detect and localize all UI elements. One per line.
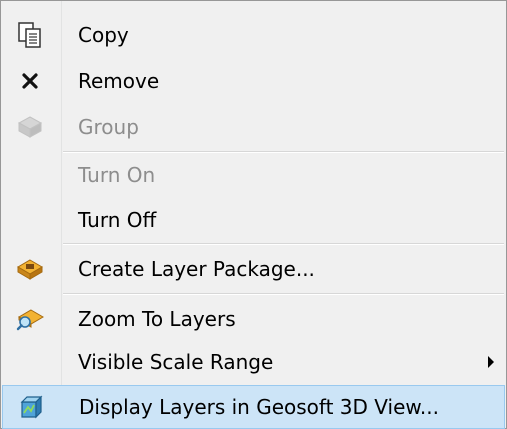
- menu-item-label: Copy: [78, 23, 129, 47]
- menu-item-group[interactable]: Group: [1, 104, 506, 150]
- layer-package-icon: [15, 254, 45, 284]
- menu-item-create-layer-package[interactable]: Create Layer Package...: [1, 246, 506, 292]
- menu-separator: [63, 293, 504, 295]
- menu-item-label: Group: [78, 115, 139, 139]
- geosoft-3d-icon: [16, 392, 46, 422]
- menu-item-label: Turn Off: [78, 208, 157, 232]
- zoom-to-layers-icon: [15, 304, 45, 334]
- menu-item-turn-off[interactable]: Turn Off: [1, 197, 506, 243]
- context-menu: Copy Remove Group Turn On Turn Off Creat…: [0, 0, 507, 429]
- group-icon: [15, 112, 45, 142]
- menu-item-copy[interactable]: Copy: [1, 12, 506, 58]
- copy-icon: [15, 20, 45, 50]
- menu-item-label: Remove: [78, 69, 160, 93]
- menu-item-label: Turn On: [78, 163, 156, 187]
- menu-item-turn-on[interactable]: Turn On: [1, 152, 506, 198]
- menu-item-label: Zoom To Layers: [78, 307, 236, 331]
- menu-item-label: Visible Scale Range: [78, 350, 274, 374]
- remove-icon: [15, 66, 45, 96]
- submenu-arrow-icon: [488, 356, 494, 368]
- menu-item-remove[interactable]: Remove: [1, 58, 506, 104]
- menu-item-zoom-to-layers[interactable]: Zoom To Layers: [1, 296, 506, 342]
- menu-item-display-layers-geosoft-3d[interactable]: Display Layers in Geosoft 3D View...: [2, 385, 505, 429]
- menu-item-visible-scale-range[interactable]: Visible Scale Range: [1, 339, 506, 385]
- menu-separator: [63, 243, 504, 245]
- menu-item-label: Create Layer Package...: [78, 257, 315, 281]
- menu-item-label: Display Layers in Geosoft 3D View...: [79, 395, 439, 419]
